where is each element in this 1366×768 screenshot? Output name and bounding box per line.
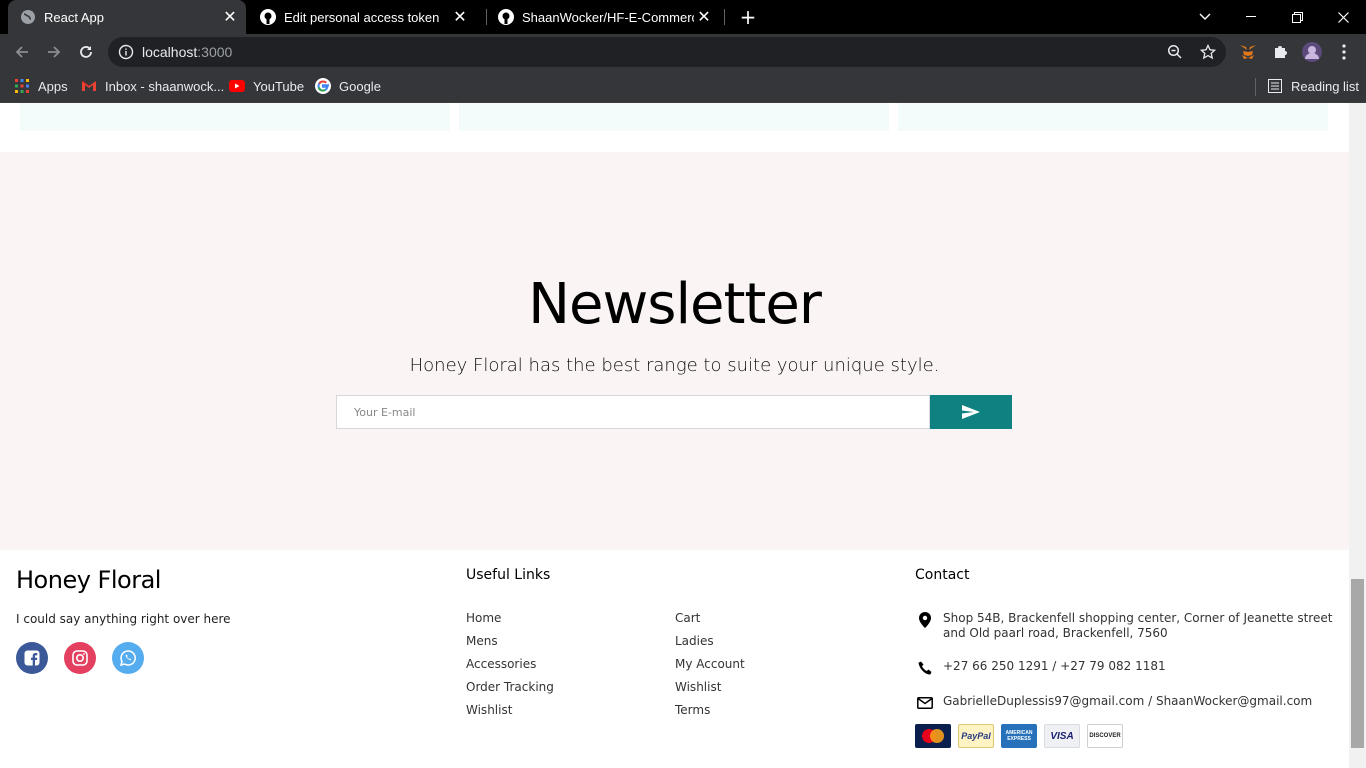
footer-link-terms[interactable]: Terms [675,703,710,717]
product-card[interactable] [20,103,450,131]
back-arrow-icon[interactable] [8,38,36,66]
reload-icon[interactable] [72,38,100,66]
newsletter-title: Newsletter [528,272,822,337]
forward-arrow-icon[interactable] [40,38,68,66]
bookmark-google[interactable]: Google [315,76,381,96]
footer-link-wishlist[interactable]: Wishlist [466,703,512,717]
bookmark-label: YouTube [253,78,305,94]
browser-toolbar: localhost:3000 [0,34,1366,70]
contact-phone: +27 66 250 1291 / +27 79 082 1181 [915,659,1338,677]
extensions-puzzle-icon[interactable] [1270,42,1290,62]
whatsapp-icon[interactable] [112,642,144,674]
visa-icon: VISA [1044,724,1080,748]
newsletter-section: Newsletter Honey Floral has the best ran… [0,152,1349,550]
github-icon [498,9,514,25]
footer-link-my-account[interactable]: My Account [675,657,745,671]
mastercard-icon [915,724,951,748]
map-pin-icon [915,611,935,629]
bookmark-label: Apps [38,78,68,94]
footer-brand: Honey Floral [16,566,161,594]
tab-title: Edit personal access token [284,9,440,25]
discover-icon: DISCOVER [1087,724,1123,748]
bookmark-youtube[interactable]: YouTube [229,76,304,96]
github-icon [260,9,276,25]
menu-kebab-icon[interactable] [1334,42,1354,62]
useful-links-title: Useful Links [466,567,551,583]
info-icon[interactable] [118,44,134,60]
newsletter-form [336,395,1012,429]
browser-tab-bar: React App ✕ Edit personal access token ✕… [0,0,1366,34]
close-tab-icon[interactable]: ✕ [450,7,470,27]
close-window-button[interactable] [1320,0,1366,34]
contact-title: Contact [915,567,970,583]
url-text: localhost:3000 [142,44,233,60]
product-card[interactable] [898,103,1328,131]
footer-link-ladies[interactable]: Ladies [675,634,714,648]
contact-address: Shop 54B, Brackenfell shopping center, C… [915,611,1338,641]
bookmark-star-icon[interactable] [1199,43,1217,60]
footer-link-accessories[interactable]: Accessories [466,657,536,671]
facebook-icon[interactable] [16,642,48,674]
phone-text: +27 66 250 1291 / +27 79 082 1181 [943,659,1166,673]
tab-title: ShaanWocker/HF-E-Commerce: A [522,9,694,25]
email-input[interactable] [336,395,930,429]
footer-link-mens[interactable]: Mens [466,634,498,648]
bookmark-inbox[interactable]: Inbox - shaanwock... [81,76,224,96]
email-text: GabrielleDuplessis97@gmail.com / ShaanWo… [943,694,1313,708]
close-tab-icon[interactable]: ✕ [694,7,714,27]
instagram-icon[interactable] [64,642,96,674]
address-bar[interactable]: localhost:3000 [108,37,1226,67]
metamask-icon[interactable] [1238,42,1258,62]
profile-avatar-icon[interactable] [1302,42,1322,62]
mail-icon [915,694,935,712]
address-text: Shop 54B, Brackenfell shopping center, C… [943,611,1333,640]
paypal-icon: PayPal [958,724,994,748]
product-card[interactable] [459,103,889,131]
amex-icon: AMERICAN EXPRESS [1001,724,1037,748]
bookmark-label: Google [339,78,381,94]
zoom-icon[interactable] [1167,44,1183,60]
youtube-icon [229,78,245,94]
bookmarks-bar: Apps Inbox - shaanwock... YouTube Google… [0,70,1366,103]
contact-email: GabrielleDuplessis97@gmail.com / ShaanWo… [915,694,1338,712]
newsletter-description: Honey Floral has the best range to suite… [409,355,940,376]
tab-title: React App [44,9,104,25]
tab-react-app[interactable]: React App ✕ [8,0,246,34]
tab-edit-token[interactable]: Edit personal access token ✕ [248,0,476,34]
bookmark-label: Inbox - shaanwock... [105,78,225,94]
close-tab-icon[interactable]: ✕ [220,7,240,27]
page-viewport: Newsletter Honey Floral has the best ran… [0,103,1349,768]
reading-list-icon [1267,78,1283,94]
reading-list-button[interactable]: Reading list [1267,76,1359,96]
send-button[interactable] [930,395,1012,429]
reading-list-label: Reading list [1291,78,1359,94]
site-footer: Honey Floral I could say anything right … [0,550,1349,768]
bookmarks-separator [1255,78,1256,96]
footer-tagline: I could say anything right over here [16,612,231,626]
restore-button[interactable] [1274,0,1320,34]
phone-icon [915,659,935,677]
footer-link-cart[interactable]: Cart [675,611,700,625]
footer-link-order-tracking[interactable]: Order Tracking [466,680,554,694]
send-icon [962,405,980,419]
google-icon [315,78,331,94]
footer-link-wishlist-2[interactable]: Wishlist [675,680,721,694]
globe-icon [20,9,36,25]
tab-separator [724,9,725,25]
tab-github-repo[interactable]: ShaanWocker/HF-E-Commerce: A ✕ [486,0,720,34]
bookmark-apps[interactable]: Apps [14,76,68,96]
scrollbar-thumb[interactable] [1351,579,1364,748]
new-tab-button[interactable]: + [736,6,760,28]
footer-link-home[interactable]: Home [466,611,501,625]
tab-search-icon[interactable] [1182,0,1228,34]
gmail-icon [81,78,97,94]
minimize-button[interactable] [1228,0,1274,34]
apps-grid-icon [14,78,30,94]
page-scrollbar[interactable] [1349,103,1366,768]
